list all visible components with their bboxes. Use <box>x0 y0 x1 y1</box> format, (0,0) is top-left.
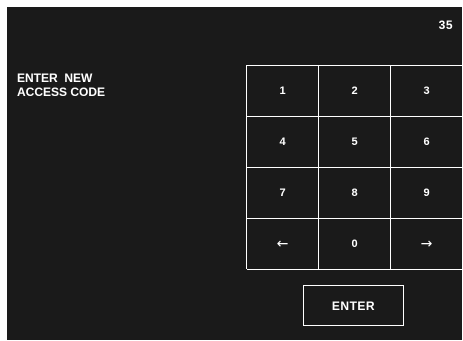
right-arrow-icon: → <box>420 236 433 252</box>
key-4[interactable]: 4 <box>247 117 319 168</box>
prompt-line-1: ENTER NEW <box>17 71 93 85</box>
key-3[interactable]: 3 <box>391 66 462 117</box>
key-2[interactable]: 2 <box>319 66 391 117</box>
access-code-screen: 35 ENTER NEW ACCESS CODE 1 2 3 4 5 6 7 8… <box>7 7 462 340</box>
key-5[interactable]: 5 <box>319 117 391 168</box>
page-number: 35 <box>438 18 453 32</box>
key-8[interactable]: 8 <box>319 168 391 219</box>
key-9[interactable]: 9 <box>391 168 462 219</box>
key-0[interactable]: 0 <box>319 219 391 270</box>
prompt-text: ENTER NEW ACCESS CODE <box>17 71 157 99</box>
prompt-line-2: ACCESS CODE <box>17 85 106 99</box>
enter-button[interactable]: ENTER <box>303 285 404 326</box>
key-1[interactable]: 1 <box>247 66 319 117</box>
key-7[interactable]: 7 <box>247 168 319 219</box>
key-6[interactable]: 6 <box>391 117 462 168</box>
key-backspace[interactable]: ← <box>247 219 319 270</box>
left-arrow-icon: ← <box>276 236 289 252</box>
numeric-keypad: 1 2 3 4 5 6 7 8 9 ← 0 → <box>246 65 462 270</box>
key-forward[interactable]: → <box>391 219 462 270</box>
